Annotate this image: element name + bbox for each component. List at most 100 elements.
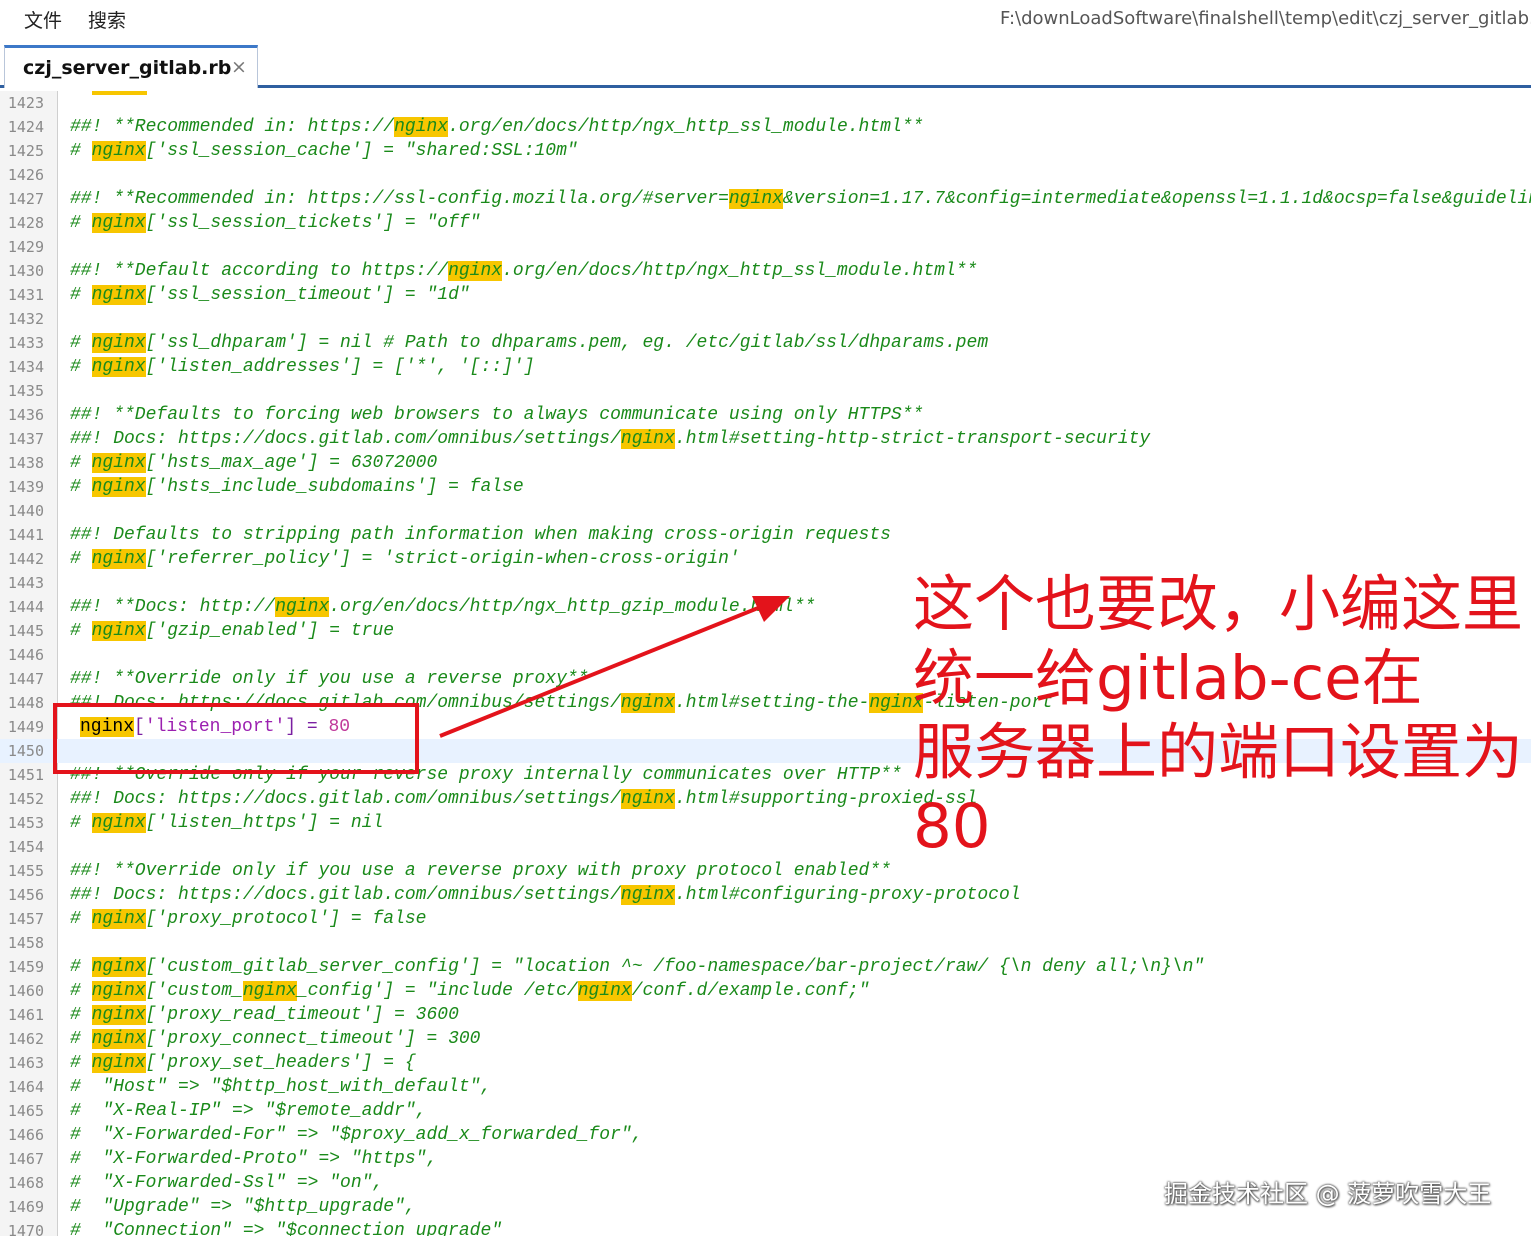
code-line[interactable]: 1431 # nginx['ssl_session_timeout'] = "1d… [0, 283, 1531, 307]
code-text: ##! **Docs: http://nginx.org/en/docs/htt… [70, 597, 816, 617]
code-text: # nginx['ssl_session_cache'] = "shared:S… [70, 141, 578, 161]
line-number: 1429 [7, 238, 44, 256]
code-line[interactable]: 1470 # "Connection" => "$connection_upgra… [0, 1219, 1531, 1236]
line-number: 1460 [7, 982, 44, 1000]
line-number: 1445 [7, 622, 44, 640]
code-line[interactable]: 1462 # nginx['proxy_connect_timeout'] = 3… [0, 1027, 1531, 1051]
line-number: 1468 [7, 1174, 44, 1192]
code-line[interactable]: 1427 ##! **Recommended in: https://ssl-co… [0, 187, 1531, 211]
line-number: 1425 [7, 142, 44, 160]
code-line[interactable]: 1441 ##! Defaults to stripping path infor… [0, 523, 1531, 547]
code-line[interactable]: 1430 ##! **Default according to https://n… [0, 259, 1531, 283]
tab-label: czj_server_gitlab.rb [23, 57, 232, 79]
line-number: 1440 [7, 502, 44, 520]
code-line[interactable]: 1467 # "X-Forwarded-Proto" => "https", [0, 1147, 1531, 1171]
code-text: ##! **Override only if you use a reverse… [70, 669, 589, 689]
code-text: ##! Docs: https://docs.gitlab.com/omnibu… [70, 885, 1021, 905]
line-number: 1437 [7, 430, 44, 448]
code-line[interactable]: 1456 ##! Docs: https://docs.gitlab.com/om… [0, 883, 1531, 907]
menu-search[interactable]: 搜索 [88, 6, 126, 33]
line-number: 1435 [7, 382, 44, 400]
annotation-highlight-box [53, 703, 419, 774]
code-line[interactable]: 1433 # nginx['ssl_dhparam'] = nil # Path … [0, 331, 1531, 355]
code-line[interactable]: 1437 ##! Docs: https://docs.gitlab.com/om… [0, 427, 1531, 451]
line-number: 1441 [7, 526, 44, 544]
tab-czj-server-gitlab[interactable]: czj_server_gitlab.rb × [4, 45, 258, 88]
code-line[interactable]: 1434 # nginx['listen_addresses'] = ['*', … [0, 355, 1531, 379]
code-line[interactable]: 1463 # nginx['proxy_set_headers'] = { [0, 1051, 1531, 1075]
line-number: 1434 [7, 358, 44, 376]
line-number: 1454 [7, 838, 44, 856]
line-number: 1433 [7, 334, 44, 352]
code-line[interactable]: 1425 # nginx['ssl_session_cache'] = "shar… [0, 139, 1531, 163]
code-text: # nginx['gzip_enabled'] = true [70, 621, 395, 641]
line-number: 1446 [7, 646, 44, 664]
code-line[interactable]: 1459 # nginx['custom_gitlab_server_config… [0, 955, 1531, 979]
watermark: 掘金技术社区 @ 菠萝吹雪大王 [1164, 1180, 1492, 1208]
code-text: # nginx['ssl_session_timeout'] = "1d" [70, 285, 470, 305]
code-line[interactable]: 1439 # nginx['hsts_include_subdomains'] =… [0, 475, 1531, 499]
tab-bar: czj_server_gitlab.rb × [0, 38, 1531, 88]
code-text: # nginx['proxy_connect_timeout'] = 300 [70, 1029, 481, 1049]
annotation-text: 这个也要改，小编这里 统一给gitlab-ce在 服务器上的端口设置为 80 [913, 568, 1523, 864]
line-number: 1427 [7, 190, 44, 208]
code-line[interactable]: 1426 [0, 163, 1531, 187]
line-number: 1426 [7, 166, 44, 184]
line-number: 1458 [7, 934, 44, 952]
line-number: 1449 [7, 718, 44, 736]
code-line[interactable]: 1458 [0, 931, 1531, 955]
code-line[interactable]: 1423 [0, 91, 1531, 115]
code-line[interactable]: 1461 # nginx['proxy_read_timeout'] = 3600 [0, 1003, 1531, 1027]
code-text: ##! **Recommended in: https://ssl-config… [70, 189, 1531, 209]
code-text: # nginx['ssl_session_tickets'] = "off" [70, 213, 481, 233]
line-number: 1444 [7, 598, 44, 616]
code-line[interactable]: 1424 ##! **Recommended in: https://nginx.… [0, 115, 1531, 139]
code-text: # "X-Forwarded-For" => "$proxy_add_x_for… [70, 1125, 643, 1145]
code-text: ##! Defaults to stripping path informati… [70, 525, 891, 545]
code-text: # "Connection" => "$connection_upgrade" [70, 1221, 503, 1236]
annotation-line-1: 这个也要改，小编这里 [913, 569, 1524, 640]
code-text: ##! **Override only if you use a reverse… [70, 861, 891, 881]
line-number: 1430 [7, 262, 44, 280]
code-text: # nginx['listen_addresses'] = ['*', '[::… [70, 357, 535, 377]
line-number: 1423 [7, 94, 44, 112]
line-number: 1467 [7, 1150, 44, 1168]
code-line[interactable]: 1435 [0, 379, 1531, 403]
code-text: # "Host" => "$http_host_with_default", [70, 1077, 492, 1097]
code-line[interactable]: 1438 # nginx['hsts_max_age'] = 63072000 [0, 451, 1531, 475]
code-line[interactable]: 1457 # nginx['proxy_protocol'] = false [0, 907, 1531, 931]
code-line[interactable]: 1436 ##! **Defaults to forcing web browse… [0, 403, 1531, 427]
menu-bar: 文件 搜索 F:\downLoadSoftware\finalshell\tem… [0, 0, 1531, 38]
code-line[interactable]: 1466 # "X-Forwarded-For" => "$proxy_add_x… [0, 1123, 1531, 1147]
line-number: 1461 [7, 1006, 44, 1024]
code-line[interactable]: 1464 # "Host" => "$http_host_with_default… [0, 1075, 1531, 1099]
line-number: 1443 [7, 574, 44, 592]
line-number: 1462 [7, 1030, 44, 1048]
code-line[interactable]: 1465 # "X-Real-IP" => "$remote_addr", [0, 1099, 1531, 1123]
line-number: 1465 [7, 1102, 44, 1120]
line-number: 1448 [7, 694, 44, 712]
line-number: 1428 [7, 214, 44, 232]
code-line[interactable]: 1429 [0, 235, 1531, 259]
code-text: # nginx['proxy_protocol'] = false [70, 909, 427, 929]
code-text: # nginx['custom_nginx_config'] = "includ… [70, 981, 870, 1001]
code-text: ##! **Default according to https://nginx… [70, 261, 978, 281]
line-number: 1455 [7, 862, 44, 880]
code-line[interactable]: 1460 # nginx['custom_nginx_config'] = "in… [0, 979, 1531, 1003]
line-number: 1453 [7, 814, 44, 832]
code-line[interactable]: 1440 [0, 499, 1531, 523]
line-number: 1456 [7, 886, 44, 904]
code-text: # nginx['hsts_include_subdomains'] = fal… [70, 477, 524, 497]
code-text: # nginx['proxy_read_timeout'] = 3600 [70, 1005, 459, 1025]
code-line[interactable]: 1428 # nginx['ssl_session_tickets'] = "of… [0, 211, 1531, 235]
menu-file[interactable]: 文件 [24, 6, 62, 33]
code-text: # nginx['ssl_dhparam'] = nil # Path to d… [70, 333, 989, 353]
code-text: ##! Docs: https://docs.gitlab.com/omnibu… [70, 789, 978, 809]
close-icon[interactable]: × [231, 56, 247, 78]
code-line[interactable]: 1432 [0, 307, 1531, 331]
code-text: # nginx['referrer_policy'] = 'strict-ori… [70, 549, 740, 569]
line-number: 1447 [7, 670, 44, 688]
line-number: 1463 [7, 1054, 44, 1072]
annotation-line-2: 统一给gitlab-ce在 [913, 643, 1423, 714]
line-number: 1442 [7, 550, 44, 568]
